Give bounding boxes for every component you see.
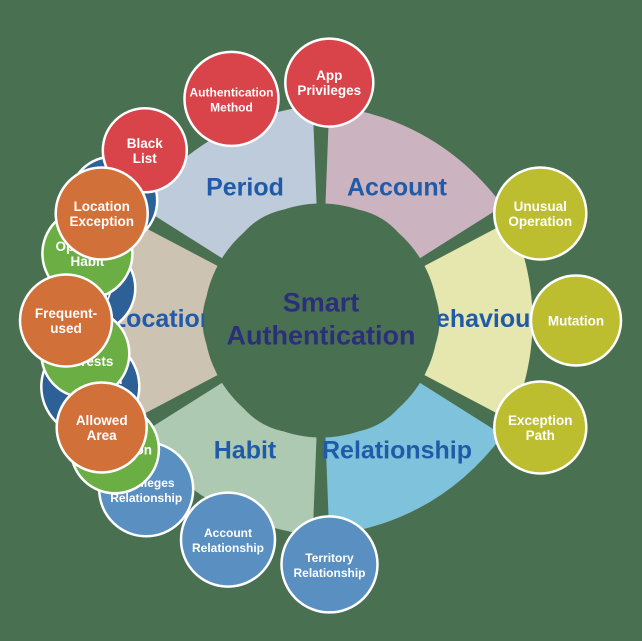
node-unusual-operation[interactable]: UnusualOperation xyxy=(493,166,588,261)
node-label-unusual-operation: Unusual xyxy=(514,199,567,214)
node-label-allowed-area: Allowed xyxy=(76,413,128,428)
node-location-exception[interactable]: LocationException xyxy=(54,166,149,261)
hub-title-line1: Smart xyxy=(283,288,360,318)
node-label-location-exception: Location xyxy=(74,199,130,214)
node-frequent-used[interactable]: Frequent-used xyxy=(18,273,114,368)
node-label-app-privileges: Privileges xyxy=(297,83,361,98)
node-label-account-relationship: Relationship xyxy=(192,541,264,555)
node-label-mutation: Mutation xyxy=(548,314,604,329)
node-label-territory-relationship: Territory xyxy=(305,551,354,565)
node-label-frequent-used: used xyxy=(50,321,82,336)
node-label-authentication-method: Method xyxy=(210,100,253,114)
node-label-allowed-area: Area xyxy=(87,428,118,443)
node-exception-path[interactable]: ExceptionPath xyxy=(493,380,588,475)
hub-title-line2: Authentication xyxy=(227,321,416,351)
node-authentication-method[interactable]: AuthenticationMethod xyxy=(183,50,280,148)
node-label-app-privileges: App xyxy=(316,68,342,83)
node-label-frequent-used: Frequent- xyxy=(35,306,97,321)
node-label-exception-path: Exception xyxy=(508,413,573,428)
sector-label-relationship: Relationship xyxy=(322,437,472,465)
node-label-black-list: List xyxy=(133,151,158,166)
sector-label-period: Period xyxy=(206,174,284,202)
node-label-unusual-operation: Operation xyxy=(508,214,572,229)
node-label-authentication-method: Authentication xyxy=(190,85,274,99)
center-hub: SmartAuthentication xyxy=(204,203,438,438)
node-mutation[interactable]: Mutation xyxy=(529,274,623,367)
sector-label-account: Account xyxy=(347,174,448,202)
capability-wheel: Period AccountBehaviourRelationshipHabitL… xyxy=(18,37,623,614)
node-label-exception-path: Path xyxy=(526,428,555,443)
sector-label-habit: Habit xyxy=(214,437,277,465)
node-account-relationship[interactable]: AccountRelationship xyxy=(179,491,277,588)
node-label-black-list: Black xyxy=(127,136,164,151)
smart-authentication-diagram: Period Account Behaviour Relationship Habit L… xyxy=(0,0,642,641)
node-allowed-area[interactable]: AllowedArea xyxy=(55,381,148,474)
node-label-account-relationship: Account xyxy=(204,526,252,540)
node-territory-relationship[interactable]: TerritoryRelationship xyxy=(280,515,379,614)
node-app-privileges[interactable]: AppPrivileges xyxy=(284,37,375,128)
node-label-territory-relationship: Relationship xyxy=(293,566,365,580)
node-label-location-exception: Exception xyxy=(69,214,134,229)
